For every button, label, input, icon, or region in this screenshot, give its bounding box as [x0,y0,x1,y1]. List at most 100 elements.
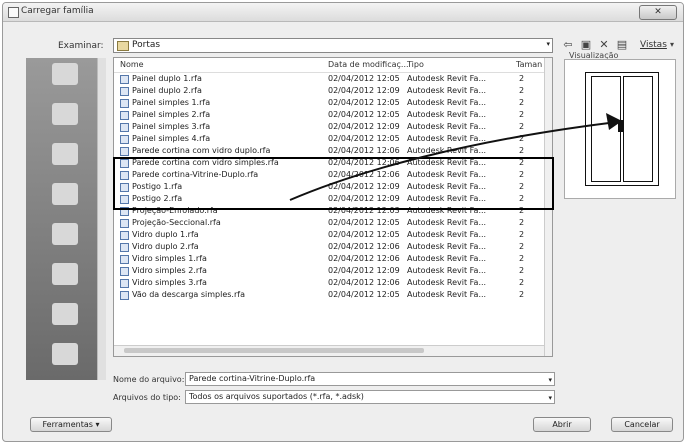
file-date: 02/04/2012 12:06 [328,146,400,155]
chevron-down-icon: ▾ [548,394,552,402]
place-item[interactable] [26,60,105,102]
column-header-type[interactable]: Tipo [407,60,424,69]
app-icon [8,7,19,18]
file-name: Vidro duplo 1.rfa [132,230,199,239]
place-item[interactable] [26,260,105,302]
column-header-date[interactable]: Data de modificaç... [328,60,409,69]
look-in-select[interactable]: Portas ▾ [113,38,553,53]
places-scrollbar[interactable] [97,58,106,380]
title-bar[interactable]: Carregar família ✕ [3,3,683,22]
list-item[interactable]: Vidro duplo 2.rfa 02/04/2012 12:06 Autodes… [114,242,544,254]
list-item[interactable]: Painel simples 4.rfa 02/04/2012 12:05 Auto… [114,134,544,146]
scroll-thumb[interactable] [124,348,424,353]
place-item[interactable] [26,140,105,182]
file-type: Autodesk Revit Fa... [407,278,487,287]
tools-button[interactable]: Ferramentas ▾ [30,417,112,432]
family-file-icon [120,87,129,96]
place-icon [52,223,78,245]
file-date: 02/04/2012 12:05 [328,98,400,107]
door-leaf-left [591,76,621,182]
filetype-select[interactable]: Todos os arquivos suportados (*.rfa, *.a… [185,390,555,404]
views-chevron-icon[interactable]: ▾ [667,37,677,53]
family-file-icon [120,123,129,132]
file-name: Painel simples 4.rfa [132,134,211,143]
folder-icon [117,41,129,51]
file-size: 2 [519,278,525,287]
place-icon [52,183,78,205]
file-type: Autodesk Revit Fa... [407,290,487,299]
filename-value: Parede cortina-Vitrine-Duplo.rfa [189,374,316,383]
door-leaf-right [623,76,653,182]
file-size: 2 [519,266,525,275]
file-type: Autodesk Revit Fa... [407,230,487,239]
family-file-icon [120,135,129,144]
file-size: 2 [519,242,525,251]
file-date: 02/04/2012 12:09 [328,122,400,131]
file-name: Painel simples 1.rfa [132,98,211,107]
file-name: Vidro simples 1.rfa [132,254,207,263]
place-icon [52,263,78,285]
list-item[interactable]: Vidro duplo 1.rfa 02/04/2012 12:05 Autodes… [114,230,544,242]
list-item[interactable]: Vidro simples 3.rfa 02/04/2012 12:06 Autod… [114,278,544,290]
place-item[interactable] [26,100,105,142]
list-item[interactable]: Vidro simples 1.rfa 02/04/2012 12:06 Autod… [114,254,544,266]
file-size: 2 [519,74,525,83]
views-menu[interactable]: Vistas [640,40,667,50]
column-header-size[interactable]: Taman [516,60,542,69]
place-item[interactable] [26,180,105,222]
window-title: Carregar família [21,6,94,16]
filename-input[interactable]: Parede cortina-Vitrine-Duplo.rfa ▾ [185,372,555,386]
place-item[interactable] [26,300,105,342]
chevron-down-icon: ▾ [95,420,100,429]
list-item[interactable]: Vão da descarga simples.rfa 02/04/2012 12… [114,290,544,302]
file-name: Painel simples 3.rfa [132,122,211,131]
family-file-icon [120,267,129,276]
look-in-value: Portas [132,40,161,50]
file-date: 02/04/2012 12:05 [328,230,400,239]
chevron-down-icon[interactable]: ▾ [548,374,552,386]
list-item[interactable]: Projeção-Seccional.rfa 02/04/2012 12:05 Au… [114,218,544,230]
column-header-name[interactable]: Nome [120,60,144,69]
look-in-label: Examinar: [58,41,104,51]
file-name: Vidro duplo 2.rfa [132,242,199,251]
place-icon [52,343,78,365]
family-file-icon [120,75,129,84]
tools-label: Ferramentas [42,420,93,429]
file-size: 2 [519,98,525,107]
family-file-icon [120,231,129,240]
list-item[interactable]: Painel simples 3.rfa 02/04/2012 12:09 Auto… [114,122,544,134]
file-name: Parede cortina com vidro duplo.rfa [132,146,271,155]
file-date: 02/04/2012 12:05 [328,218,400,227]
family-file-icon [120,219,129,228]
place-item[interactable] [26,340,105,382]
file-size: 2 [519,290,525,299]
open-button[interactable]: Abrir [533,417,591,432]
family-file-icon [120,279,129,288]
places-bar [26,58,105,380]
file-date: 02/04/2012 12:09 [328,86,400,95]
place-icon [52,103,78,125]
list-item[interactable]: Painel simples 2.rfa 02/04/2012 12:05 Auto… [114,110,544,122]
file-date: 02/04/2012 12:05 [328,134,400,143]
file-name: Vidro simples 3.rfa [132,278,207,287]
place-icon [52,303,78,325]
list-item[interactable]: Painel duplo 2.rfa 02/04/2012 12:09 Autode… [114,86,544,98]
family-file-icon [120,99,129,108]
place-item[interactable] [26,220,105,262]
file-name: Painel duplo 1.rfa [132,74,202,83]
list-item[interactable]: Vidro simples 2.rfa 02/04/2012 12:09 Autod… [114,266,544,278]
file-type: Autodesk Revit Fa... [407,146,487,155]
family-file-icon [120,243,129,252]
list-horizontal-scrollbar[interactable] [114,345,544,356]
list-item[interactable]: Painel simples 1.rfa 02/04/2012 12:05 Auto… [114,98,544,110]
file-type: Autodesk Revit Fa... [407,242,487,251]
file-type: Autodesk Revit Fa... [407,254,487,263]
file-size: 2 [519,146,525,155]
file-name: Projeção-Seccional.rfa [132,218,221,227]
file-name: Vão da descarga simples.rfa [132,290,245,299]
cancel-button[interactable]: Cancelar [611,417,673,432]
place-icon [52,63,78,85]
file-date: 02/04/2012 12:05 [328,74,400,83]
close-button[interactable]: ✕ [639,5,677,20]
list-item[interactable]: Painel duplo 1.rfa 02/04/2012 12:05 Autode… [114,74,544,86]
